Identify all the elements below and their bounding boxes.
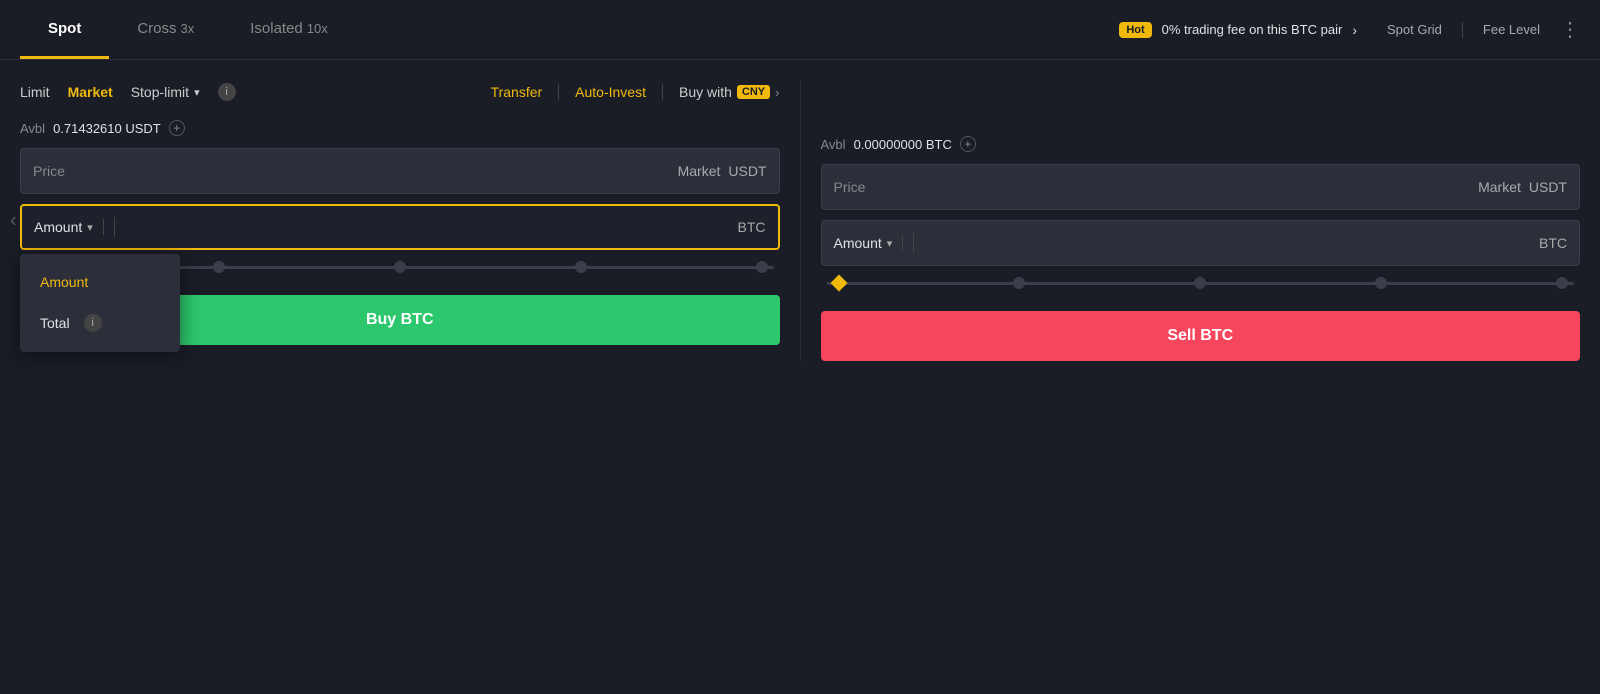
sell-price-label: Price <box>834 179 1479 195</box>
buy-amount-dropdown-icon: ▾ <box>87 221 93 234</box>
auto-invest-link[interactable]: Auto-Invest <box>575 84 646 100</box>
amount-dropdown-menu: Amount Total i <box>20 254 180 352</box>
sell-slider-dot-25[interactable] <box>1011 275 1028 292</box>
buy-avbl-label: Avbl <box>20 121 45 136</box>
fee-level-link[interactable]: Fee Level <box>1483 22 1540 37</box>
dropdown-amount-option[interactable]: Amount <box>20 262 180 302</box>
tab-isolated-label: Isolated <box>250 20 303 37</box>
dropdown-total-label: Total <box>40 315 70 331</box>
sell-slider-dot-50[interactable] <box>1192 275 1209 292</box>
hot-badge: Hot <box>1119 22 1151 38</box>
buy-amount-wrapper: Amount ▾ BTC Amount Total i <box>20 204 780 250</box>
amount-divider <box>114 217 115 237</box>
dropdown-amount-label: Amount <box>40 274 88 290</box>
divider <box>558 84 559 100</box>
top-tabs-bar: Spot Cross 3x Isolated 10x Hot 0% tradin… <box>0 0 1600 60</box>
promo-arrow-icon: › <box>1352 22 1357 38</box>
divider <box>662 84 663 100</box>
buy-slider-dot-50[interactable] <box>391 259 408 276</box>
nav-left-arrow-icon[interactable]: ‹ <box>10 209 17 232</box>
sell-amount-suffix: BTC <box>1539 235 1567 251</box>
spot-grid-link[interactable]: Spot Grid <box>1387 22 1442 37</box>
order-panels: ‹ Limit Market Stop-limit ▾ i Transfer A… <box>0 60 1600 381</box>
market-tab[interactable]: Market <box>68 80 113 104</box>
stop-limit-container: Stop-limit ▾ <box>131 80 200 104</box>
sell-price-market-label: Market <box>1478 179 1521 195</box>
sell-amount-field[interactable]: Amount ▾ BTC <box>821 220 1581 266</box>
sell-slider-dot-0[interactable] <box>830 275 847 292</box>
promo-links: Spot Grid Fee Level <box>1387 22 1540 38</box>
tab-cross[interactable]: Cross 3x <box>109 0 222 59</box>
sell-slider-track[interactable] <box>827 282 1575 285</box>
chevron-right-icon: › <box>775 85 779 100</box>
stop-limit-dropdown-icon[interactable]: ▾ <box>194 86 200 99</box>
right-actions: Transfer Auto-Invest Buy with CNY › <box>491 84 780 100</box>
promo-area: Hot 0% trading fee on this BTC pair › Sp… <box>1119 17 1580 42</box>
tab-isolated-badge: 10x <box>307 21 328 36</box>
buy-price-field[interactable]: Price Market USDT <box>20 148 780 194</box>
info-icon[interactable]: i <box>218 83 236 101</box>
promo-text: 0% trading fee on this BTC pair <box>1162 22 1343 37</box>
sell-slider-dot-75[interactable] <box>1373 275 1390 292</box>
sell-add-funds-icon[interactable]: + <box>960 136 976 152</box>
divider <box>1462 22 1463 38</box>
sell-btc-button[interactable]: Sell BTC <box>821 311 1581 361</box>
buy-price-label: Price <box>33 163 678 179</box>
buy-slider-dot-25[interactable] <box>210 259 227 276</box>
order-type-row: Limit Market Stop-limit ▾ i Transfer Aut… <box>20 80 780 104</box>
buy-amount-label: Amount <box>34 219 82 235</box>
buy-avbl-row: Avbl 0.71432610 USDT + <box>20 120 780 136</box>
sell-price-suffix: USDT <box>1529 179 1567 195</box>
tab-spot-label: Spot <box>48 20 81 37</box>
sell-amount-selector[interactable]: Amount ▾ <box>834 235 904 251</box>
buy-with-container: Buy with CNY › <box>679 84 780 100</box>
buy-with-label: Buy with <box>679 84 732 100</box>
sell-amount-label: Amount <box>834 235 882 251</box>
cny-badge[interactable]: CNY <box>737 85 770 99</box>
sell-avbl-value: 0.00000000 BTC <box>854 137 952 152</box>
buy-amount-selector[interactable]: Amount ▾ <box>34 219 104 235</box>
sell-slider-dot-100[interactable] <box>1554 275 1571 292</box>
dropdown-total-info-icon[interactable]: i <box>84 314 102 332</box>
buy-price-market-label: Market <box>678 163 721 179</box>
buy-panel: ‹ Limit Market Stop-limit ▾ i Transfer A… <box>20 80 801 361</box>
buy-amount-field[interactable]: Amount ▾ BTC <box>20 204 780 250</box>
buy-price-suffix: USDT <box>728 163 766 179</box>
tab-isolated[interactable]: Isolated 10x <box>222 0 356 59</box>
sell-slider-dots <box>833 277 1569 289</box>
buy-avbl-value: 0.71432610 USDT <box>53 121 161 136</box>
stop-limit-tab[interactable]: Stop-limit <box>131 80 189 104</box>
tab-cross-badge: 3x <box>181 21 195 36</box>
limit-tab[interactable]: Limit <box>20 80 50 104</box>
sell-amount-divider <box>913 233 914 253</box>
sell-avbl-row: Avbl 0.00000000 BTC + <box>821 136 1581 152</box>
sell-amount-dropdown-icon: ▾ <box>887 237 893 250</box>
tab-spot[interactable]: Spot <box>20 0 109 59</box>
tab-cross-label: Cross <box>137 20 176 37</box>
transfer-link[interactable]: Transfer <box>491 84 543 100</box>
add-funds-icon[interactable]: + <box>169 120 185 136</box>
more-options-icon[interactable]: ⋮ <box>1560 17 1580 42</box>
dropdown-total-option[interactable]: Total i <box>20 302 180 344</box>
sell-slider-container <box>821 266 1581 295</box>
sell-panel: Avbl 0.00000000 BTC + Price Market USDT … <box>801 80 1581 361</box>
buy-amount-suffix: BTC <box>738 219 766 235</box>
sell-avbl-label: Avbl <box>821 137 846 152</box>
buy-slider-dot-100[interactable] <box>753 259 770 276</box>
order-types-left: Limit Market Stop-limit ▾ i <box>20 80 236 104</box>
sell-price-field[interactable]: Price Market USDT <box>821 164 1581 210</box>
buy-slider-dot-75[interactable] <box>572 259 589 276</box>
